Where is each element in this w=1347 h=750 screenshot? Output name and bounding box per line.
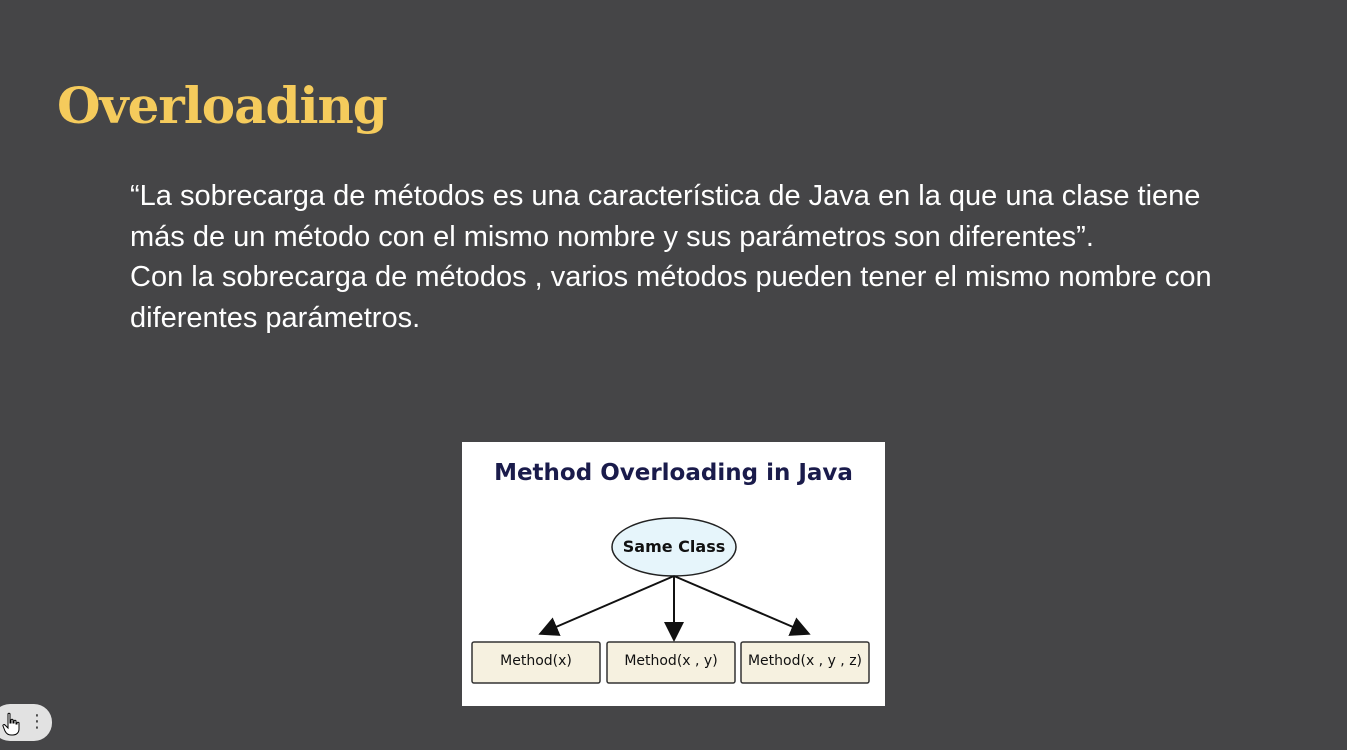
method-overloading-diagram: Method Overloading in Java Same Class Me… bbox=[462, 442, 885, 706]
slide-body: “La sobrecarga de métodos es una caracte… bbox=[130, 176, 1250, 338]
diagram-title: Method Overloading in Java bbox=[494, 460, 853, 486]
definition-paragraph: “La sobrecarga de métodos es una caracte… bbox=[130, 180, 1201, 253]
method-label-2: Method(x , y) bbox=[624, 653, 718, 669]
more-vertical-icon[interactable]: ⋮ bbox=[28, 711, 46, 733]
explanation-paragraph: Con la sobrecarga de métodos , varios mé… bbox=[130, 261, 1212, 334]
arrow-right bbox=[673, 575, 811, 636]
slide-title: Overloading bbox=[57, 76, 388, 135]
hand-pointer-icon bbox=[2, 712, 20, 736]
presentation-slide: Overloading “La sobrecarga de métodos es… bbox=[0, 0, 1347, 750]
method-label-3: Method(x , y , z) bbox=[747, 653, 863, 669]
arrow-left bbox=[538, 575, 675, 636]
class-node-label: Same Class bbox=[622, 537, 726, 556]
method-label-1: Method(x) bbox=[500, 653, 572, 669]
